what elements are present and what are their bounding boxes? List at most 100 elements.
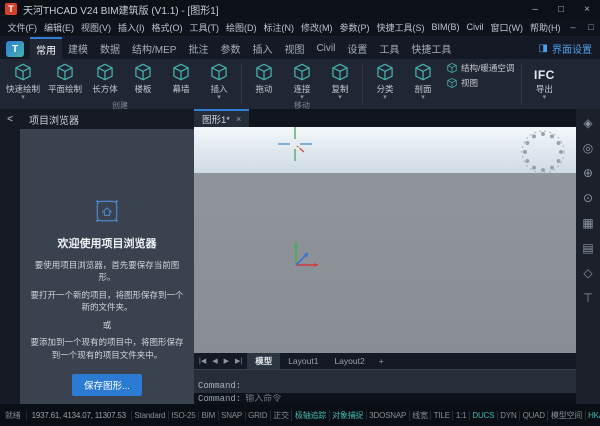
side-tool-icon[interactable]: ▦: [582, 217, 593, 229]
layout-tab[interactable]: 模型: [247, 353, 280, 369]
side-tool-icon[interactable]: ⊤: [583, 292, 593, 304]
menubar: 文件(F)编辑(E)视图(V)插入(I)格式(O)工具(T)绘图(D)标注(N)…: [0, 18, 600, 37]
status-toggle[interactable]: TILE: [430, 411, 452, 420]
ucs-axis-icon: [286, 235, 322, 271]
side-tool-icon[interactable]: ▤: [582, 242, 593, 254]
menu-item[interactable]: 插入(I): [115, 18, 149, 36]
slab-button[interactable]: 楼板: [124, 59, 162, 95]
menu-item[interactable]: 参数(P): [336, 18, 373, 36]
layout-tab[interactable]: Layout1: [280, 353, 326, 369]
command-input-row: Command:: [194, 393, 576, 404]
layout-nav-button[interactable]: ▶|: [232, 357, 245, 365]
menu-item[interactable]: Civil: [463, 18, 487, 36]
menu-item[interactable]: 修改(M): [298, 18, 337, 36]
status-toggle[interactable]: QUAD: [519, 411, 547, 420]
status-toggle[interactable]: DYN: [497, 411, 519, 420]
command-history-line: Command:: [198, 381, 572, 391]
classify-icon: [375, 62, 395, 82]
ribbon-tab[interactable]: 常用: [30, 37, 62, 59]
doc-restore-button[interactable]: □: [582, 18, 600, 36]
side-tool-icon[interactable]: ◇: [583, 267, 592, 279]
ribbon-tab[interactable]: 结构/MEP: [126, 37, 182, 59]
status-toggle[interactable]: DUCS: [469, 411, 497, 420]
close-button[interactable]: ×: [574, 0, 600, 18]
insert-button[interactable]: 插入 ▾: [200, 59, 238, 101]
side-tool-icon[interactable]: ◈: [583, 117, 592, 129]
section-button[interactable]: 剖面 ▾: [404, 59, 442, 101]
side-tool-icon[interactable]: ⊕: [583, 167, 593, 179]
ribbon-divider: [241, 63, 242, 105]
ribbon-tab[interactable]: 建模: [62, 37, 94, 59]
quick-draw-button[interactable]: 快速绘制 ▾: [2, 59, 44, 101]
doc-minimize-button[interactable]: –: [564, 18, 582, 36]
drawing-column: 图形1* ×: [194, 109, 576, 404]
window-controls: – □ ×: [522, 0, 600, 18]
copy-button[interactable]: 复制 ▾: [321, 59, 359, 101]
add-layout-button[interactable]: +: [373, 353, 390, 369]
ribbon-tab[interactable]: 批注: [182, 37, 214, 59]
layout-tab[interactable]: Layout2: [326, 353, 372, 369]
curtain-wall-button[interactable]: 幕墙: [162, 59, 200, 95]
status-toggle[interactable]: 1:1: [452, 411, 469, 420]
document-tab[interactable]: 图形1* ×: [194, 109, 249, 127]
canvas-ground: [194, 173, 576, 353]
ribbon-tab[interactable]: 参数: [214, 37, 246, 59]
status-toggle[interactable]: 模型空间: [547, 410, 584, 421]
menu-item[interactable]: 窗口(W): [487, 18, 527, 36]
classify-button[interactable]: 分类 ▾: [366, 59, 404, 101]
side-tool-icon[interactable]: ◎: [583, 142, 593, 154]
menu-item[interactable]: 格式(O): [148, 18, 186, 36]
menu-item[interactable]: 标注(N): [260, 18, 298, 36]
structure-hvac-icon: [446, 62, 458, 74]
status-toggle[interactable]: GRID: [245, 411, 270, 420]
view-button[interactable]: 视图: [444, 77, 516, 89]
maximize-button[interactable]: □: [548, 0, 574, 18]
status-toggle[interactable]: 正交: [270, 410, 292, 421]
layout-nav-button[interactable]: ▶: [221, 357, 232, 365]
status-toggle[interactable]: BIM: [198, 411, 218, 420]
ifc-export-button[interactable]: IFC 导出 ▾: [525, 59, 563, 101]
minimize-button[interactable]: –: [522, 0, 548, 18]
titlebar: T 天河THCAD V24 BIM建筑版 (V1.1) - [图形1] – □ …: [0, 0, 600, 18]
plan-draw-button[interactable]: 平面绘制: [44, 59, 86, 95]
menu-item[interactable]: 工具(T): [186, 18, 223, 36]
box-button[interactable]: 长方体: [86, 59, 124, 95]
structure-hvac-button[interactable]: 结构/暖通空调: [444, 62, 516, 74]
save-drawing-button[interactable]: 保存图形...: [72, 374, 142, 396]
interface-settings-button[interactable]: ◨ 界面设置: [539, 41, 592, 59]
tab-close-icon[interactable]: ×: [236, 114, 241, 124]
menu-item[interactable]: 视图(V): [78, 18, 115, 36]
ribbon-tab[interactable]: 快捷工具: [405, 37, 457, 59]
ribbon-tab[interactable]: 插入: [246, 37, 278, 59]
app-logo-icon[interactable]: T: [6, 41, 24, 57]
menu-item[interactable]: BIM(B): [428, 18, 463, 36]
status-toggle[interactable]: 线宽: [409, 410, 431, 421]
drawing-canvas[interactable]: [194, 127, 576, 353]
status-toggle[interactable]: HKA: [585, 411, 600, 420]
ribbon-tab[interactable]: 设置: [341, 37, 373, 59]
menu-item[interactable]: 文件(F): [4, 18, 41, 36]
menu-item[interactable]: 快捷工具(S): [373, 18, 428, 36]
status-toggle[interactable]: 极轴追踪: [291, 410, 328, 421]
layout-nav-button[interactable]: |◀: [196, 357, 209, 365]
menu-item[interactable]: 帮助(H): [527, 18, 565, 36]
status-toggle[interactable]: ISO-25: [168, 411, 198, 420]
drag-button[interactable]: 拖动: [245, 59, 283, 95]
command-input[interactable]: [245, 394, 572, 404]
view-compass-icon[interactable]: [520, 129, 566, 175]
menu-item[interactable]: 编辑(E): [41, 18, 78, 36]
menu-item[interactable]: 绘图(D): [223, 18, 261, 36]
ribbon-tab[interactable]: 工具: [373, 37, 405, 59]
ribbon-tab[interactable]: Civil: [310, 37, 341, 59]
panel-collapse-button[interactable]: <: [7, 114, 13, 125]
side-tool-icon[interactable]: ⊙: [583, 192, 593, 204]
status-toggle[interactable]: 对象捕捉: [329, 410, 366, 421]
layout-nav-button[interactable]: ◀: [209, 357, 220, 365]
ribbon-tab[interactable]: 数据: [94, 37, 126, 59]
status-toggle[interactable]: SNAP: [218, 411, 245, 420]
welcome-line-3: 要添加到一个现有的项目中，将图形保存到一个现有的项目文件夹中。: [30, 336, 184, 361]
status-toggle[interactable]: 3DOSNAP: [366, 411, 409, 420]
ribbon-tab[interactable]: 视图: [278, 37, 310, 59]
connect-button[interactable]: 连接 ▾: [283, 59, 321, 101]
status-toggle[interactable]: Standard: [131, 411, 168, 420]
